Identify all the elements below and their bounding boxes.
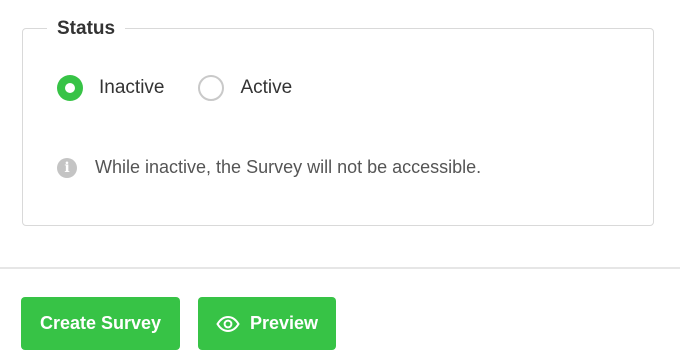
radio-option-inactive[interactable]: Inactive <box>57 75 164 101</box>
radio-active[interactable] <box>198 75 225 101</box>
status-info: i While inactive, the Survey will not be… <box>57 157 481 178</box>
status-radio-group: Inactive Active <box>57 75 326 101</box>
status-legend: Status <box>47 15 126 43</box>
radio-dot <box>65 83 75 93</box>
info-icon: i <box>57 157 77 178</box>
preview-label: Preview <box>249 313 319 333</box>
preview-button[interactable]: Preview <box>198 297 336 350</box>
radio-label-active: Active <box>240 77 293 98</box>
radio-label-inactive: Inactive <box>99 77 165 98</box>
radio-inactive[interactable] <box>57 75 83 101</box>
status-fieldset: Status Inactive Active i While inactive,… <box>22 15 654 226</box>
status-info-text: While inactive, the Survey will not be a… <box>95 157 482 177</box>
eye-icon <box>216 315 240 332</box>
section-divider <box>0 267 680 269</box>
create-survey-button[interactable]: Create Survey <box>21 297 180 350</box>
radio-option-active[interactable]: Active <box>198 75 292 101</box>
create-survey-label: Create Survey <box>39 313 162 333</box>
